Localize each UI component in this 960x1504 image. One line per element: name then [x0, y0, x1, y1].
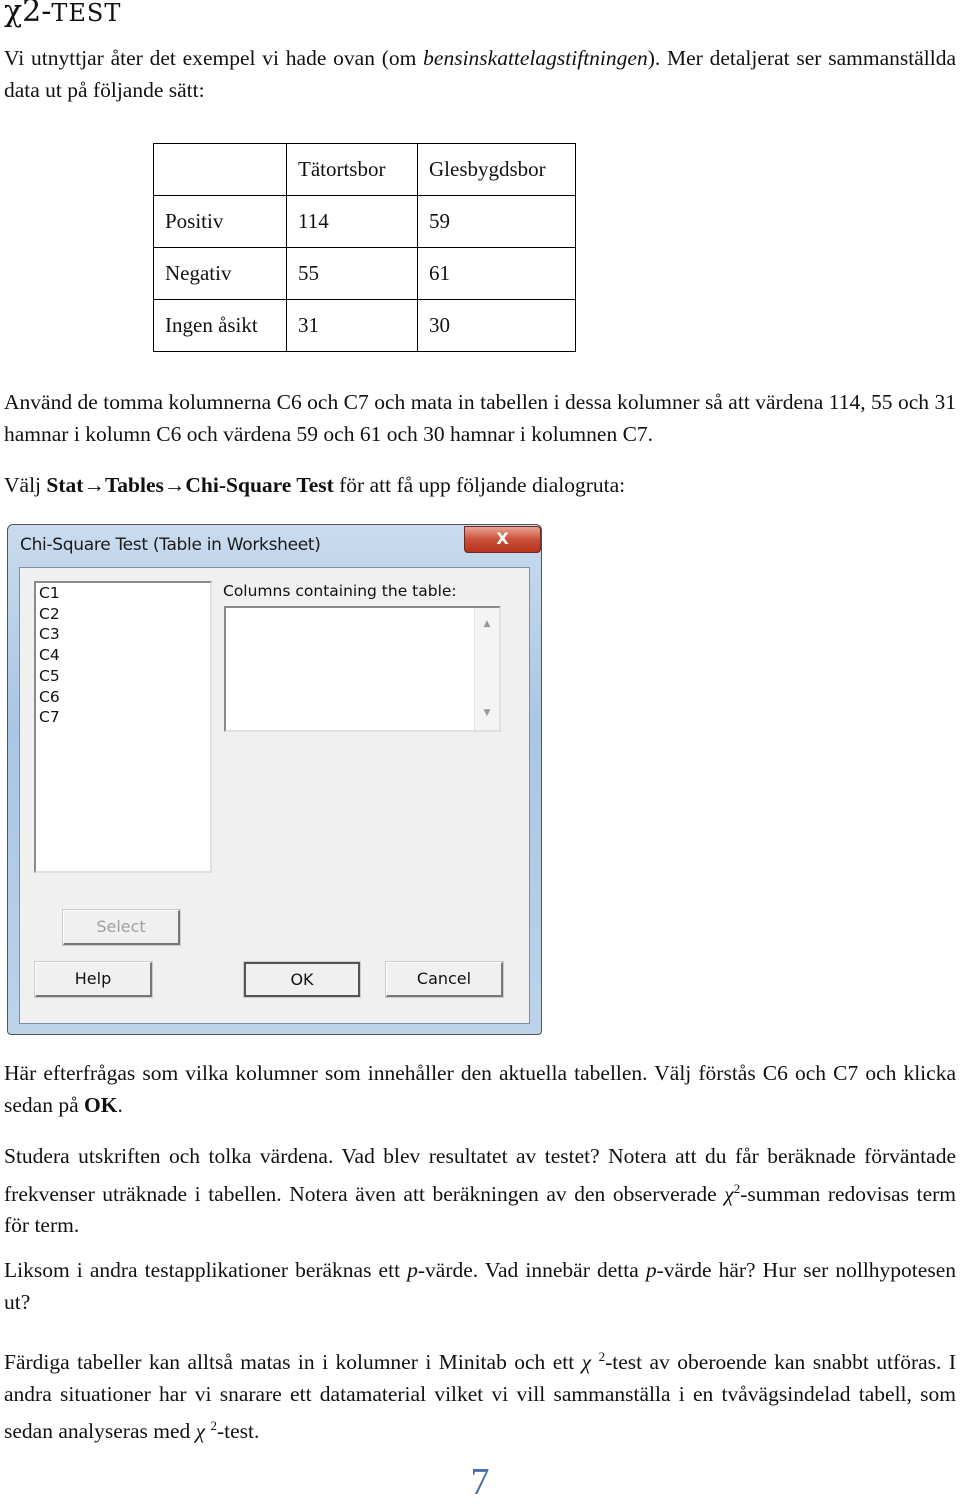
- menu-path-paragraph: Välj Stat→Tables→Chi-Square Test för att…: [4, 473, 626, 497]
- ok-button[interactable]: OK: [243, 961, 361, 998]
- table-row: Ingen åsikt 31 30: [153, 299, 576, 352]
- table-header-row: Tätortsbor Glesbygdsbor: [153, 143, 576, 196]
- chi-symbol: χ2-: [4, 0, 52, 29]
- table-row: Negativ 55 61: [153, 247, 576, 300]
- columns-label: Columns containing the table:: [223, 582, 457, 600]
- page-number: 7: [470, 1461, 490, 1503]
- column-list[interactable]: C1 C2 C3 C4 C5 C6 C7: [34, 581, 212, 873]
- heading-word: TEST: [51, 0, 122, 27]
- dialog-title: Chi-Square Test (Table in Worksheet): [20, 535, 321, 555]
- section-heading: χ2-TEST: [4, 0, 121, 29]
- list-item[interactable]: C2: [39, 604, 210, 625]
- chi-square-dialog: Chi-Square Test (Table in Worksheet) X C…: [7, 524, 542, 1035]
- list-item[interactable]: C5: [39, 666, 210, 687]
- list-item[interactable]: C7: [39, 707, 210, 728]
- p-value-paragraph: Liksom i andra testapplikationer beräkna…: [4, 1258, 956, 1314]
- scroll-up-icon[interactable]: ▲: [475, 614, 499, 635]
- scrollbar[interactable]: ▲ ▼: [474, 608, 499, 730]
- intro-paragraph: Vi utnyttjar åter det exempel vi hade ov…: [4, 46, 957, 102]
- list-item[interactable]: C4: [39, 645, 210, 666]
- columns-input[interactable]: ▲ ▼: [224, 606, 501, 732]
- list-item[interactable]: C1: [39, 583, 210, 604]
- study-output-paragraph: Studera utskriften och tolka värdena. Va…: [4, 1144, 957, 1238]
- close-button[interactable]: X: [464, 526, 541, 553]
- help-button[interactable]: Help: [34, 961, 153, 998]
- cancel-button[interactable]: Cancel: [385, 961, 504, 998]
- document-page: χ2-TEST Vi utnyttjar åter det exempel vi…: [0, 0, 960, 1504]
- select-columns-paragraph: Här efterfrågas som vilka kolumner som i…: [4, 1061, 956, 1117]
- data-table: Tätortsbor Glesbygdsbor Positiv 114 59 Nega…: [153, 143, 576, 352]
- list-item[interactable]: C6: [39, 687, 210, 708]
- conclusion-paragraph: Färdiga tabeller kan alltså matas in i k…: [4, 1349, 956, 1444]
- dialog-body: C1 C2 C3 C4 C5 C6 C7 Columns containing …: [19, 567, 530, 1024]
- instruction-paragraph: Använd de tomma kolumnerna C6 och C7 och…: [4, 390, 956, 446]
- table-row: Positiv 114 59: [153, 195, 576, 248]
- scroll-down-icon[interactable]: ▼: [475, 703, 499, 724]
- list-item[interactable]: C3: [39, 624, 210, 645]
- select-button[interactable]: Select: [62, 909, 181, 946]
